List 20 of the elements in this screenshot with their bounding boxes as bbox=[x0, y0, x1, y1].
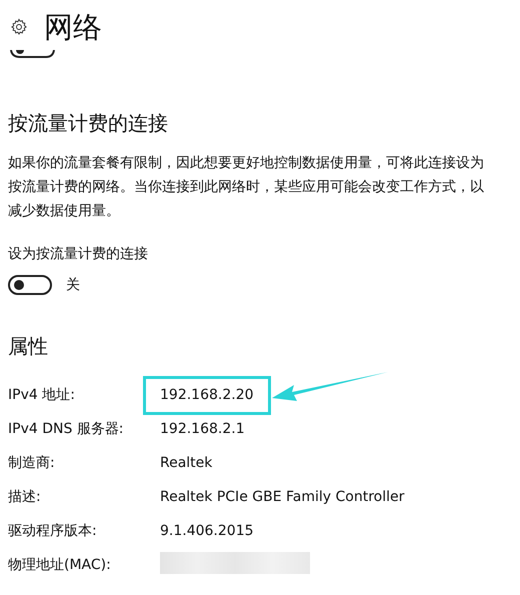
toggle-switch[interactable] bbox=[8, 275, 52, 295]
property-label: 描述: bbox=[8, 488, 42, 506]
property-label: IPv4 地址: bbox=[8, 386, 76, 404]
page-title: 网络 bbox=[44, 9, 102, 46]
settings-icon bbox=[10, 18, 28, 36]
section-heading: 按流量计费的连接 bbox=[8, 110, 169, 137]
toggle-label: 设为按流量计费的连接 bbox=[8, 245, 149, 263]
property-label: 驱动程序版本: bbox=[8, 522, 98, 540]
property-label: IPv4 DNS 服务器: bbox=[8, 420, 125, 438]
property-value: Realtek bbox=[160, 454, 212, 470]
property-label: 物理地址(MAC): bbox=[8, 556, 112, 574]
property-value: 9.1.406.2015 bbox=[160, 522, 254, 538]
property-value: 192.168.2.20 bbox=[160, 386, 254, 402]
property-label: 制造商: bbox=[8, 454, 56, 472]
property-value: Realtek PCIe GBE Family Controller bbox=[160, 488, 404, 504]
section-heading: 属性 bbox=[8, 333, 49, 360]
toggle-state: 关 bbox=[66, 276, 80, 294]
property-value: 192.168.2.1 bbox=[160, 420, 245, 436]
toggle-switch-drawing bbox=[8, 50, 56, 60]
description-text: 如果你的流量套餐有限制，因此想要更好地控制数据使用量，可将此连接设为按流量计费的网络。当你连接到此网络时，某些应用可能会改变工作方式，以减少数据使用量。 bbox=[8, 154, 485, 221]
